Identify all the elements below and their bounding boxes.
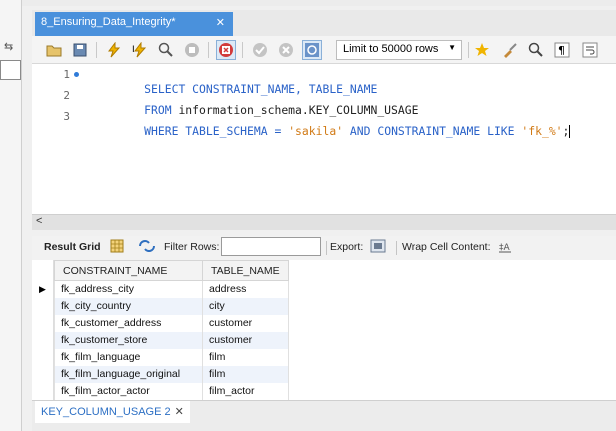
filter-rows-input[interactable] [221, 237, 321, 256]
sql-string: 'sakila' [288, 124, 344, 138]
svg-text:¶: ¶ [558, 44, 565, 57]
svg-text:I: I [132, 45, 135, 55]
column-header-table-name[interactable]: TABLE_NAME [202, 260, 289, 281]
commit-icon[interactable] [250, 40, 270, 60]
table-row[interactable]: fk_customer_store customer [54, 331, 289, 349]
sql-editor[interactable]: 1 2 3 SELECT CONSTRAINT_NAME, TABLE_NAME… [32, 64, 616, 214]
brush-icon[interactable] [500, 40, 520, 60]
cell-constraint-name[interactable]: fk_city_country [54, 297, 203, 315]
export-icon[interactable] [370, 238, 388, 257]
sql-keyword: WHERE [144, 124, 179, 138]
sql-keyword: LIKE [487, 124, 515, 138]
limit-rows-value: Limit to 50000 rows [343, 43, 439, 55]
toggle-error-icon[interactable] [216, 40, 236, 60]
rollback-icon[interactable] [276, 40, 296, 60]
separator [326, 241, 327, 255]
separator [468, 42, 469, 58]
cell-table-name[interactable]: customer [202, 331, 289, 349]
line-gutter: 1 2 3 [32, 64, 90, 214]
cell-constraint-name[interactable]: fk_customer_address [54, 314, 203, 332]
mysql-workbench-window: ⇆ 8_Ensuring_Data_Integrity* ✕ I Limit t… [0, 0, 616, 431]
wrap-cell-label: Wrap Cell Content: [402, 241, 491, 253]
close-icon[interactable]: ✕ [216, 16, 225, 29]
close-icon[interactable]: ✕ [175, 406, 184, 418]
sql-text: TABLE_SCHEMA = [178, 124, 289, 138]
scroll-left-icon[interactable]: < [36, 215, 42, 227]
sql-keyword: AND [343, 124, 371, 138]
execute-current-icon[interactable]: I [130, 40, 150, 60]
sql-string: 'fk_%' [521, 124, 563, 138]
editor-tabbar: 8_Ensuring_Data_Integrity* ✕ [32, 10, 616, 36]
execute-icon[interactable] [104, 40, 124, 60]
table-row[interactable]: fk_city_country city [54, 297, 289, 315]
cell-constraint-name[interactable]: fk_film_language [54, 348, 203, 366]
result-grid: ▶ CONSTRAINT_NAME TABLE_NAME fk_address_… [32, 260, 616, 400]
column-header-constraint-name[interactable]: CONSTRAINT_NAME [54, 260, 203, 281]
invisibles-icon[interactable]: ¶ [552, 40, 572, 60]
sql-text: CONSTRAINT_NAME [370, 124, 488, 138]
cell-table-name[interactable]: film_actor [202, 382, 289, 400]
result-toolbar: Result Grid Filter Rows: Export: Wrap Ce… [32, 236, 616, 260]
explain-icon[interactable] [156, 40, 176, 60]
save-icon[interactable] [70, 40, 90, 60]
autocommit-icon[interactable] [302, 40, 322, 60]
grid-icon[interactable] [110, 239, 124, 256]
separator [396, 241, 397, 255]
cell-constraint-name[interactable]: fk_film_language_original [54, 365, 203, 383]
line-number: 1 [63, 68, 70, 81]
horizontal-scrollbar[interactable]: < [32, 214, 616, 230]
wrap-cell-icon[interactable]: ‡A [498, 240, 512, 257]
text-caret [569, 125, 571, 138]
sql-toolbar: I Limit to 50000 rows ▼ ¶ [32, 36, 616, 64]
left-search-input[interactable] [0, 60, 21, 80]
stop-icon[interactable] [182, 40, 202, 60]
wrap-icon[interactable] [580, 40, 600, 60]
left-panel: ⇆ [0, 0, 22, 431]
result-tab-label: KEY_COLUMN_USAGE 2 [41, 406, 171, 418]
code-line-3: WHERE TABLE_SCHEMA = 'sakila' AND CONSTR… [103, 110, 571, 152]
beautify-icon[interactable] [472, 40, 492, 60]
refresh-icon[interactable] [138, 239, 156, 256]
table-row[interactable]: fk_film_language film [54, 348, 289, 366]
export-label: Export: [330, 241, 364, 253]
table-row[interactable]: fk_film_actor_actor film_actor [54, 382, 289, 400]
chevron-down-icon: ▼ [448, 43, 456, 52]
statement-marker [74, 72, 79, 77]
row-header-column [32, 260, 54, 400]
table-row[interactable]: fk_film_language_original film [54, 365, 289, 383]
tab-label: 8_Ensuring_Data_Integrity* [41, 16, 176, 28]
line-number: 2 [63, 89, 70, 102]
cell-constraint-name[interactable]: fk_film_actor_actor [54, 382, 203, 400]
limit-rows-select[interactable]: Limit to 50000 rows ▼ [336, 40, 462, 60]
cell-constraint-name[interactable]: fk_address_city [54, 280, 203, 298]
find-icon[interactable] [526, 40, 546, 60]
cell-table-name[interactable]: city [202, 297, 289, 315]
result-grid-label[interactable]: Result Grid [44, 241, 101, 253]
open-folder-icon[interactable] [44, 40, 64, 60]
separator [242, 42, 243, 58]
top-toolbar-remnant [0, 0, 616, 6]
tab-ensuring-data-integrity[interactable]: 8_Ensuring_Data_Integrity* ✕ [35, 12, 233, 36]
sql-text: ; [562, 124, 570, 138]
result-table: CONSTRAINT_NAME TABLE_NAME fk_address_ci… [54, 260, 289, 400]
cell-table-name[interactable]: address [202, 280, 289, 298]
cell-table-name[interactable]: customer [202, 314, 289, 332]
refresh-icon[interactable]: ⇆ [4, 40, 13, 53]
line-number: 3 [63, 110, 70, 123]
cell-table-name[interactable]: film [202, 365, 289, 383]
table-row[interactable]: fk_address_city address [54, 280, 289, 298]
filter-rows-label: Filter Rows: [164, 241, 220, 253]
tab-key-column-usage-2[interactable]: KEY_COLUMN_USAGE 2 ✕ [35, 401, 190, 423]
result-tabbar: KEY_COLUMN_USAGE 2 ✕ [32, 400, 616, 431]
current-row-pointer-icon: ▶ [39, 284, 46, 294]
separator [96, 42, 97, 58]
separator [208, 42, 209, 58]
table-row[interactable]: fk_customer_address customer [54, 314, 289, 332]
cell-constraint-name[interactable]: fk_customer_store [54, 331, 203, 349]
cell-table-name[interactable]: film [202, 348, 289, 366]
